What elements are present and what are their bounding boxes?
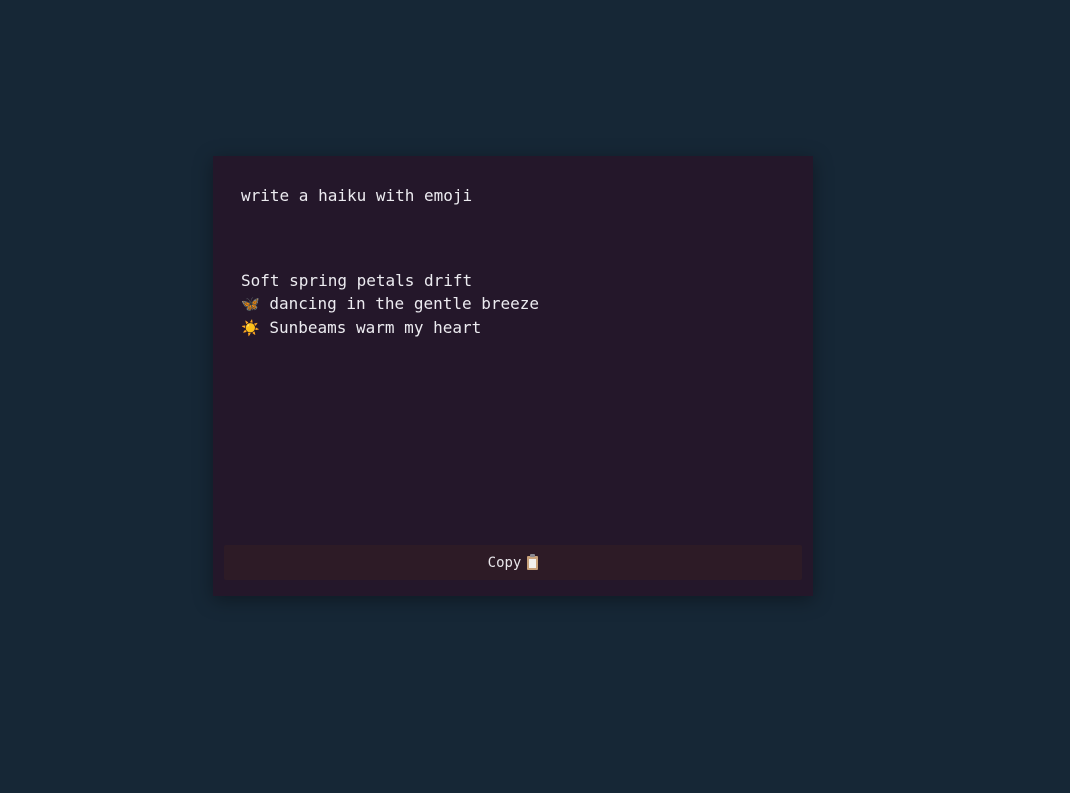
- prompt-text: write a haiku with emoji: [241, 186, 473, 205]
- copy-label: Copy: [487, 554, 522, 571]
- response-line: 🦋 dancing in the gentle breeze: [241, 292, 539, 316]
- copy-button[interactable]: Copy: [224, 545, 802, 580]
- sun-icon: ☀️: [241, 319, 260, 337]
- response-text: Soft spring petals drift 🦋 dancing in th…: [241, 269, 539, 340]
- response-line: Soft spring petals drift: [241, 269, 539, 292]
- butterfly-icon: 🦋: [241, 295, 260, 313]
- response-line-text: Sunbeams warm my heart: [259, 318, 482, 337]
- clipboard-icon: [527, 553, 539, 570]
- haiku-card: write a haiku with emoji Soft spring pet…: [213, 156, 813, 596]
- response-line-text: Soft spring petals drift: [241, 271, 473, 290]
- response-line: ☀️ Sunbeams warm my heart: [241, 316, 539, 340]
- response-line-text: dancing in the gentle breeze: [259, 294, 540, 313]
